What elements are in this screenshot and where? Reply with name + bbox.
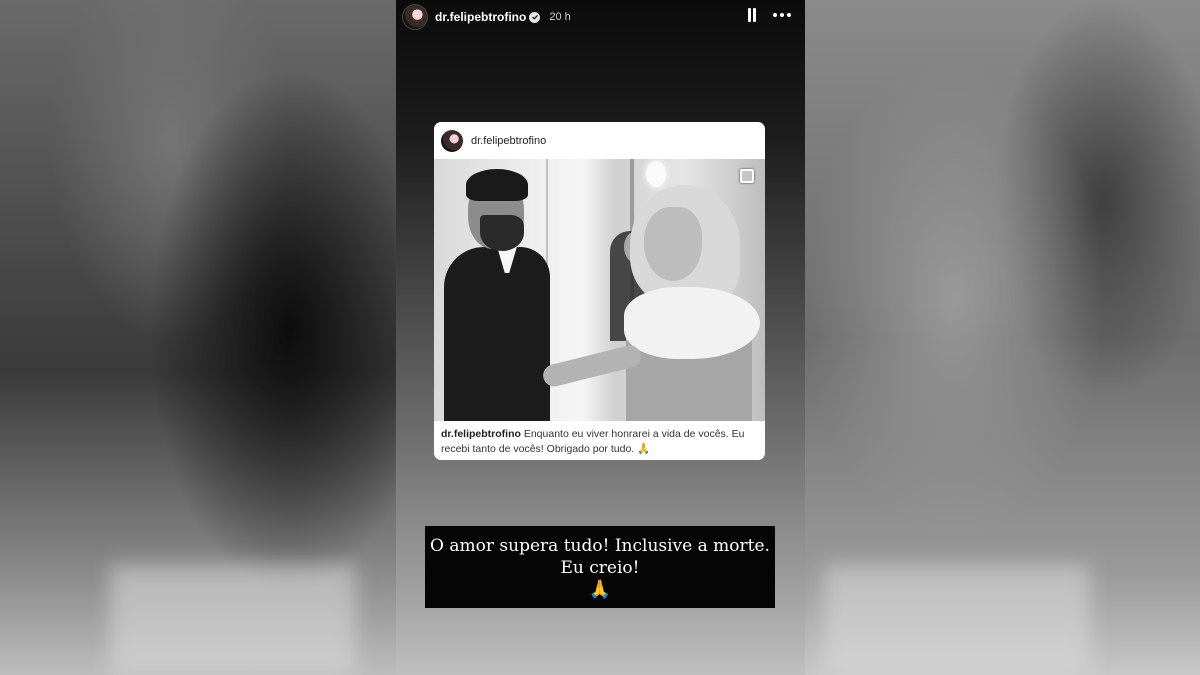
more-icon[interactable] xyxy=(773,9,791,21)
blurred-backdrop-left xyxy=(0,0,396,675)
praying-hands-icon: 🙏 xyxy=(588,579,612,600)
story-controls xyxy=(747,8,791,22)
multi-photo-icon xyxy=(740,169,754,183)
sticker-line-1: O amor supera tudo! Inclusive a morte. xyxy=(430,536,770,556)
story-username[interactable]: dr.felipebtrofino xyxy=(435,10,526,24)
pause-icon[interactable] xyxy=(747,8,757,22)
story-header: dr.felipebtrofino 20 h xyxy=(396,0,805,34)
story-time: 20 h xyxy=(549,11,571,23)
text-sticker: O amor supera tudo! Inclusive a morte. E… xyxy=(425,526,775,608)
post-username: dr.felipebtrofino xyxy=(471,134,547,147)
post-photo xyxy=(434,159,765,421)
verified-badge-icon xyxy=(529,11,541,23)
post-header: dr.felipebtrofino xyxy=(434,122,765,159)
story-avatar[interactable] xyxy=(402,4,428,30)
sticker-line-2: Eu creio! xyxy=(560,558,640,578)
caption-username: dr.felipebtrofino xyxy=(441,428,521,440)
story-frame[interactable]: dr.felipebtrofino 20 h dr.felipebtrofino xyxy=(396,0,805,675)
post-caption: dr.felipebtrofino Enquanto eu viver honr… xyxy=(441,427,757,457)
blurred-backdrop-right xyxy=(804,0,1200,675)
post-avatar xyxy=(441,129,463,152)
shared-post-card[interactable]: dr.felipebtrofino dr.felipebtrofino Enqu… xyxy=(434,122,765,460)
